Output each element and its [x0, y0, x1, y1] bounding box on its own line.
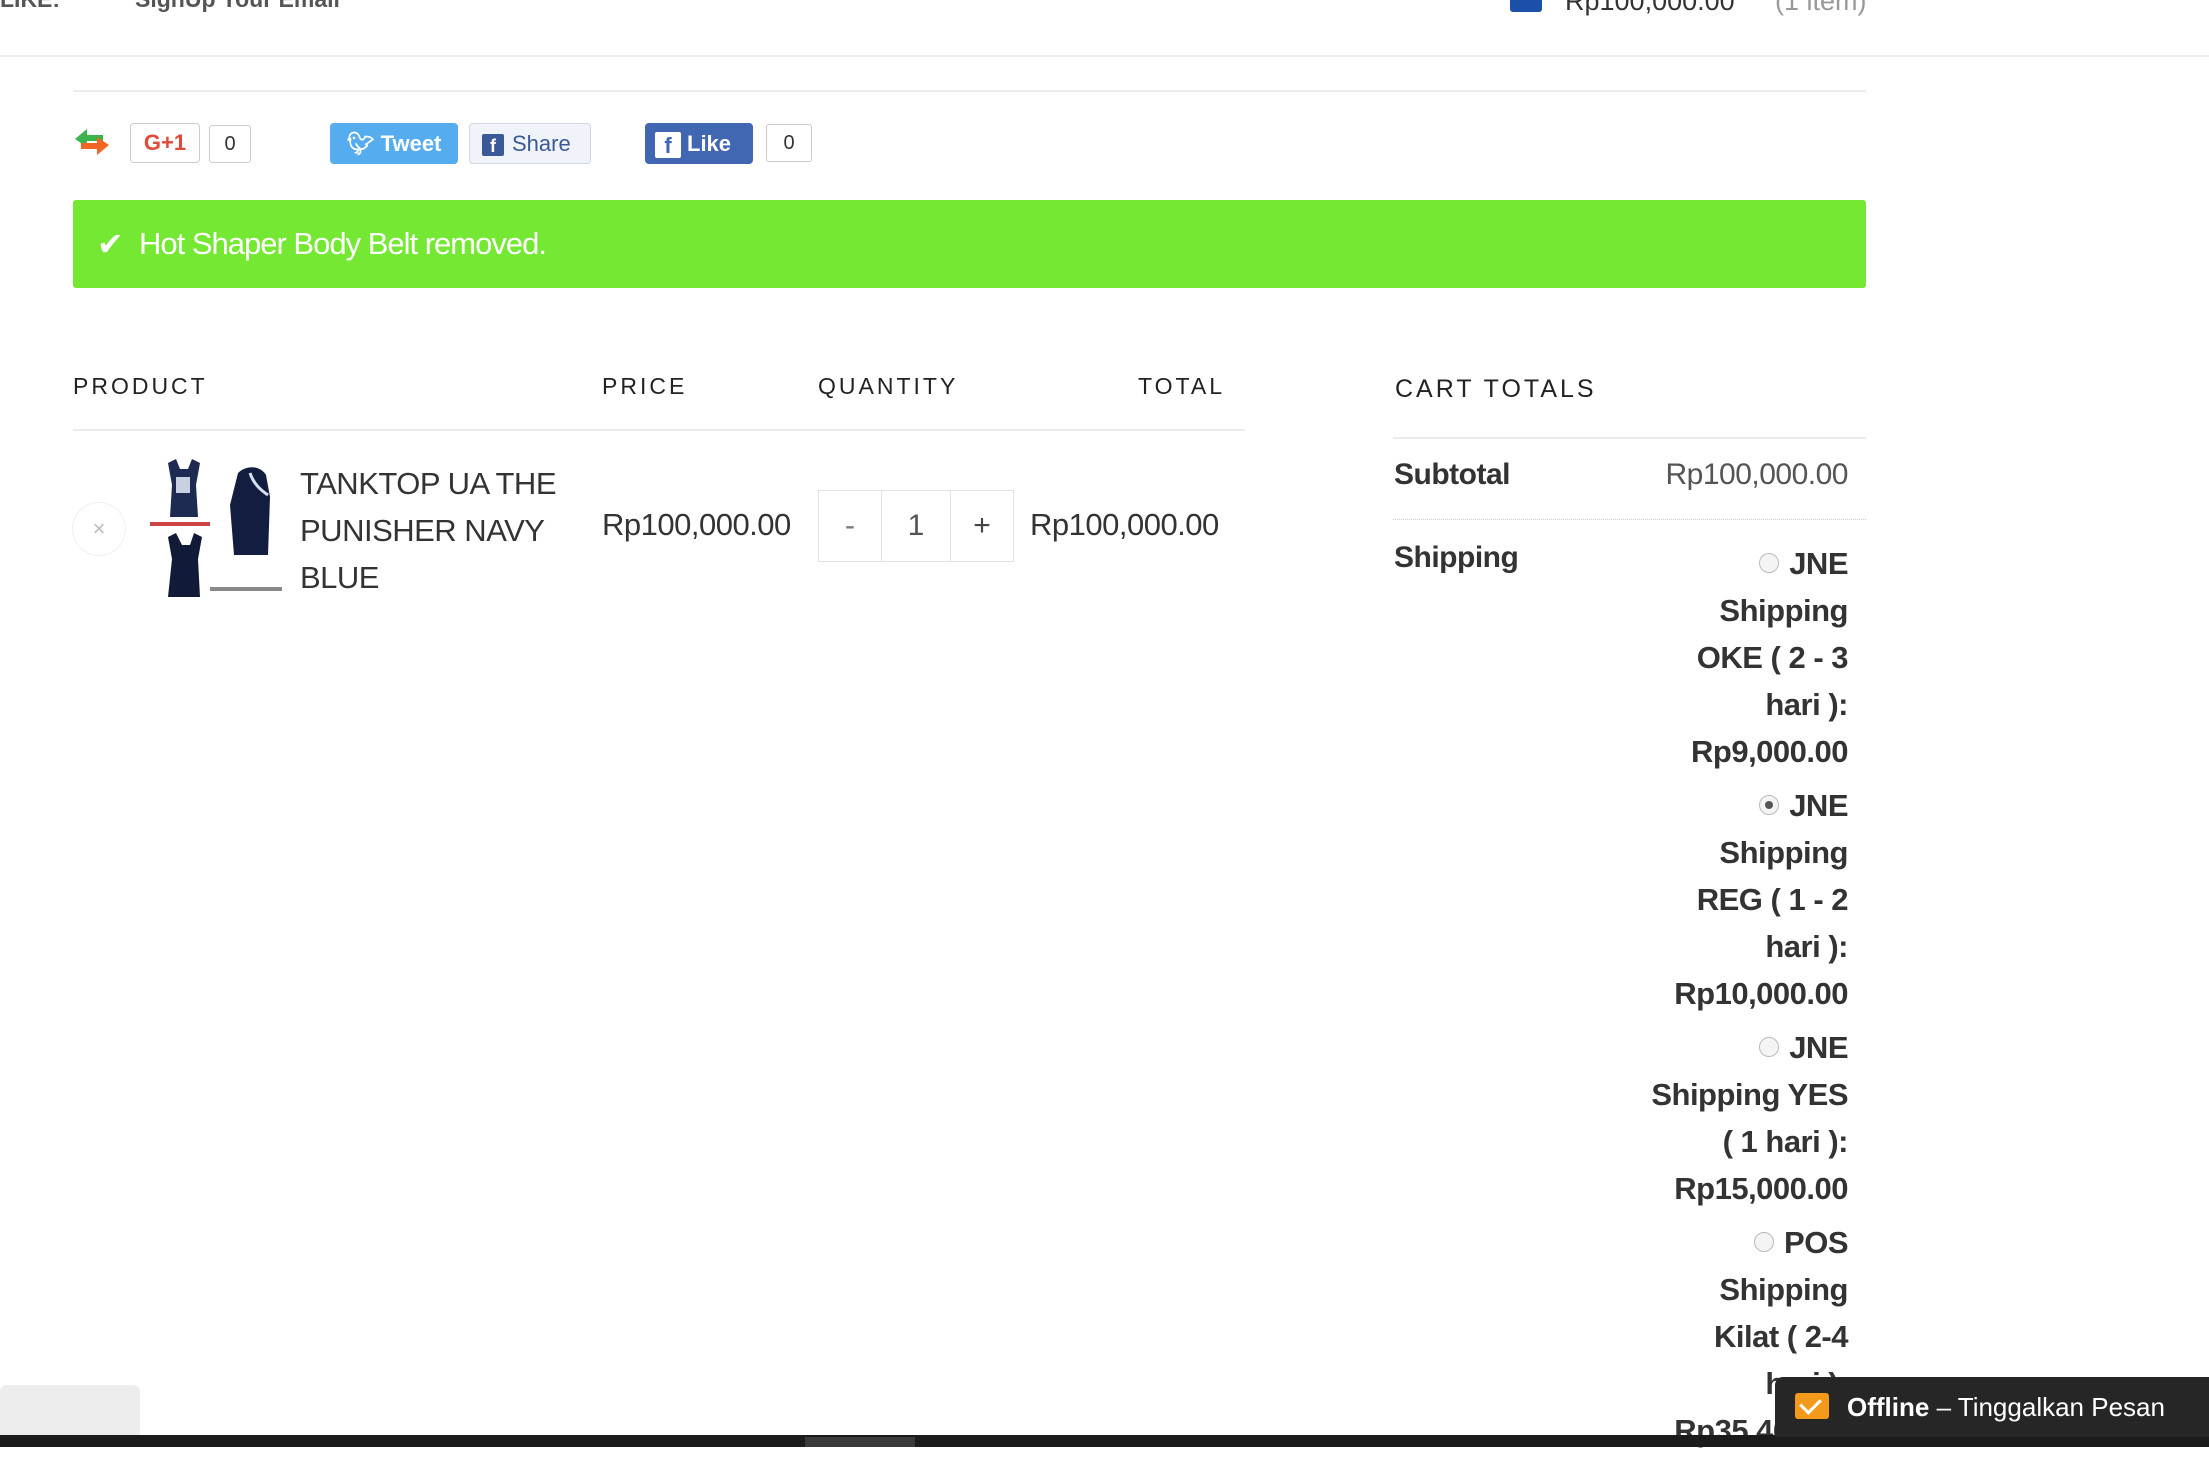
success-notice: ✔ Hot Shaper Body Belt removed. [73, 200, 1866, 288]
shipping-option-line: Shipping [1719, 1272, 1848, 1307]
shipping-option-line: Kilat ( 2-4 [1713, 1319, 1849, 1354]
shipping-option-price: Rp15,000.00 [1674, 1171, 1848, 1206]
product-name-line: TANKTOP UA THE [300, 466, 557, 501]
shipping-option-line: JNE [1789, 788, 1848, 823]
chat-status: Offline [1847, 1392, 1930, 1422]
quantity-decrease-button[interactable]: - [819, 491, 882, 561]
scroll-indicator [805, 1437, 915, 1447]
share-label: Share [512, 131, 571, 156]
facebook-f-icon: f [655, 132, 681, 159]
radio-button[interactable] [1759, 552, 1780, 573]
shipping-option-line: OKE ( 2 - 3 [1696, 640, 1849, 675]
table-header-divider [73, 429, 1245, 431]
product-line-total: Rp100,000.00 [1030, 507, 1219, 542]
notice-message: Hot Shaper Body Belt removed. [139, 226, 547, 261]
radio-button[interactable] [1759, 1036, 1780, 1057]
header-cart-amount[interactable]: Rp100,000.00 [1565, 0, 1735, 17]
shipping-option-line: REG ( 1 - 2 [1696, 882, 1849, 917]
product-name-link[interactable]: TANKTOP UA THE PUNISHER NAVY BLUE [300, 460, 590, 601]
subtotal-value: Rp100,000.00 [1665, 458, 1849, 491]
live-chat-widget[interactable]: Offline – Tinggalkan Pesan [1775, 1377, 2209, 1437]
top-bar: LIKE: SignUp Your Email Rp100,000.00 (1 … [0, 0, 2209, 57]
cart-totals-heading: CART TOTALS [1395, 375, 1597, 403]
shipping-options: JNE Shipping OKE ( 2 - 3 hari ): Rp9,000… [1640, 540, 1848, 1461]
shipping-option-line: hari ): [1765, 929, 1848, 964]
quantity-increase-button[interactable]: + [950, 491, 1013, 561]
radio-button[interactable] [1754, 1231, 1775, 1252]
shipping-option-jne-reg[interactable]: JNE Shipping REG ( 1 - 2 hari ): Rp10,00… [1640, 782, 1848, 1017]
quantity-input[interactable]: 1 [881, 491, 951, 561]
shipping-label: Shipping [1394, 541, 1519, 574]
mail-icon [1795, 1393, 1829, 1419]
google-plus-count: 0 [209, 125, 251, 163]
facebook-f-icon: f [482, 134, 504, 157]
product-thumbnail[interactable] [150, 455, 285, 605]
product-name-line: PUNISHER NAVY [300, 513, 545, 548]
facebook-like-count: 0 [766, 124, 812, 162]
shipping-option-price: Rp10,000.00 [1674, 976, 1848, 1011]
header-like-text: LIKE: [0, 0, 60, 13]
shipping-option-line: Shipping [1719, 593, 1848, 628]
quantity-stepper[interactable]: - 1 + [818, 490, 1014, 562]
newsletter-signup-link[interactable]: SignUp Your Email [135, 0, 340, 13]
tweet-label: Tweet [380, 131, 442, 156]
column-header-price: PRICE [602, 373, 688, 399]
product-name-line: BLUE [300, 560, 379, 595]
shipping-option-jne-yes[interactable]: JNE Shipping YES ( 1 hari ): Rp15,000.00 [1640, 1024, 1848, 1212]
like-label: Like [687, 131, 732, 156]
google-plus-button[interactable]: G+1 [130, 123, 200, 163]
facebook-like-button[interactable]: f Like [645, 123, 753, 164]
chat-message: Tinggalkan Pesan [1957, 1392, 2165, 1422]
product-price: Rp100,000.00 [602, 507, 791, 542]
remove-item-button[interactable]: × [73, 503, 125, 555]
share-arrows-icon [73, 127, 111, 157]
shipping-option-line: JNE [1789, 1030, 1848, 1065]
divider [1393, 437, 1866, 439]
twitter-bird-icon: 🐦︎ [346, 131, 375, 156]
cart-icon[interactable] [1510, 0, 1542, 12]
column-header-quantity: QUANTITY [818, 373, 959, 399]
shipping-option-line: JNE [1789, 546, 1848, 581]
header-cart-item-count[interactable]: (1 item) [1775, 0, 1867, 17]
chat-separator: – [1929, 1392, 1958, 1422]
divider [73, 90, 1866, 92]
shipping-option-line: Shipping [1719, 835, 1848, 870]
subtotal-label: Subtotal [1394, 458, 1511, 491]
radio-button-selected[interactable] [1759, 794, 1780, 815]
shipping-option-line: hari ): [1765, 687, 1848, 722]
column-header-total: TOTAL [1138, 373, 1225, 399]
column-header-product: PRODUCT [73, 373, 208, 399]
tweet-button[interactable]: 🐦︎ Tweet [330, 123, 458, 164]
check-icon: ✔ [97, 226, 124, 262]
shipping-option-line: Shipping YES [1651, 1077, 1848, 1112]
facebook-share-button[interactable]: f Share [469, 123, 591, 164]
bottom-left-tab[interactable] [0, 1385, 140, 1435]
shipping-option-jne-oke[interactable]: JNE Shipping OKE ( 2 - 3 hari ): Rp9,000… [1640, 540, 1849, 775]
shipping-option-line: POS [1784, 1225, 1848, 1260]
shipping-option-price: Rp9,000.00 [1691, 734, 1849, 769]
divider [1393, 519, 1866, 522]
shipping-option-line: ( 1 hari ): [1722, 1124, 1849, 1159]
